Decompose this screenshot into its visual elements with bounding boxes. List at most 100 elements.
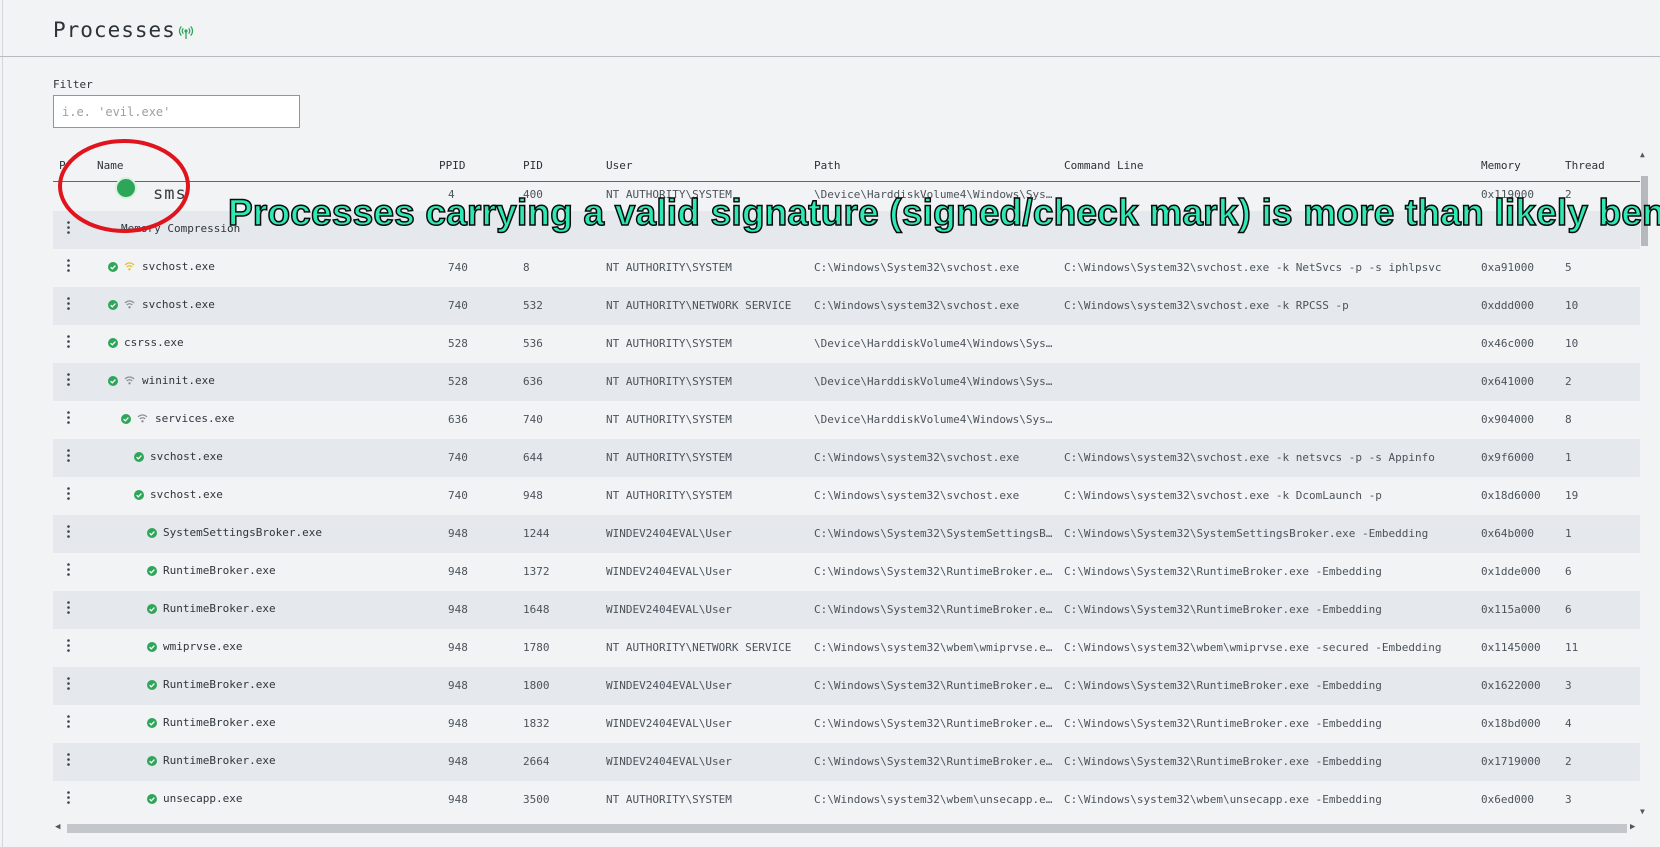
- cell-memory: 0x6ed000: [1481, 793, 1534, 806]
- cell-command-line: C:\Windows\System32\svchost.exe -k NetSv…: [1064, 261, 1442, 274]
- signed-check-icon: [147, 755, 157, 766]
- cell-process-name: unsecapp.exe: [147, 792, 242, 805]
- table-row[interactable]: svchost.exe 740 948 NT AUTHORITY\SYSTEM C:\W…: [53, 477, 1640, 515]
- cell-thread: 6: [1565, 565, 1572, 578]
- cell-memory: 0x64b000: [1481, 527, 1534, 540]
- row-menu-icon[interactable]: [67, 753, 70, 766]
- annotation-caption: Processes carrying a valid signature (si…: [227, 191, 1660, 234]
- table-row[interactable]: services.exe 636 740 NT AUTHORITY\SYSTEM \De…: [53, 401, 1640, 439]
- table-row[interactable]: RuntimeBroker.exe 948 2664 WINDEV2404EVAL\U…: [53, 743, 1640, 781]
- table-row[interactable]: RuntimeBroker.exe 948 1832 WINDEV2404EVAL\U…: [53, 705, 1640, 743]
- cell-pid: 948: [523, 489, 543, 502]
- signed-check-icon: [147, 641, 157, 652]
- table-row[interactable]: unsecapp.exe 948 3500 NT AUTHORITY\SYSTEM C:…: [53, 781, 1640, 819]
- row-menu-icon[interactable]: [67, 411, 70, 424]
- table-row[interactable]: RuntimeBroker.exe 948 1648 WINDEV2404EVAL\U…: [53, 591, 1640, 629]
- table-row[interactable]: svchost.exe 740 532 NT AUTHORITY\NETWORK SE…: [53, 287, 1640, 325]
- process-name-text: unsecapp.exe: [163, 792, 243, 805]
- row-menu-icon[interactable]: [67, 259, 70, 272]
- cell-thread: 11: [1565, 641, 1579, 654]
- process-name-text: RuntimeBroker.exe: [163, 602, 276, 615]
- column-header-path[interactable]: Path: [814, 159, 841, 172]
- cell-memory: 0x1dde000: [1481, 565, 1541, 578]
- table-row[interactable]: wmiprvse.exe 948 1780 NT AUTHORITY\NETWORK …: [53, 629, 1640, 667]
- row-menu-icon[interactable]: [67, 677, 70, 690]
- scroll-left-arrow-icon[interactable]: ◀: [55, 822, 60, 832]
- cell-process-name: svchost.exe: [134, 450, 223, 463]
- row-menu-icon[interactable]: [67, 563, 70, 576]
- table-row[interactable]: wininit.exe 528 636 NT AUTHORITY\SYSTEM \Dev…: [53, 363, 1640, 401]
- cell-path: C:\Windows\System32\RuntimeBroker.e…: [814, 603, 1053, 616]
- cell-memory: 0x1622000: [1481, 679, 1541, 692]
- table-row[interactable]: svchost.exe 740 644 NT AUTHORITY\SYSTEM C:\W…: [53, 439, 1640, 477]
- cell-user: NT AUTHORITY\SYSTEM: [606, 793, 732, 806]
- row-menu-icon[interactable]: [67, 601, 70, 614]
- row-menu-icon[interactable]: [67, 297, 70, 310]
- scroll-up-arrow-icon[interactable]: ▲: [1640, 150, 1645, 159]
- column-header-memory[interactable]: Memory: [1481, 159, 1521, 172]
- cell-process-name: services.exe: [121, 412, 234, 425]
- cell-path: C:\Windows\System32\RuntimeBroker.e…: [814, 755, 1053, 768]
- cell-memory: 0x904000: [1481, 413, 1534, 426]
- horizontal-scrollbar[interactable]: ◀ ▶: [53, 821, 1640, 835]
- highlight-circle: [58, 139, 190, 233]
- row-menu-icon[interactable]: [67, 715, 70, 728]
- cell-memory: 0x18d6000: [1481, 489, 1541, 502]
- filter-input[interactable]: [53, 95, 300, 128]
- process-name-text: svchost.exe: [142, 260, 215, 273]
- row-menu-icon[interactable]: [67, 335, 70, 348]
- cell-memory: 0x46c000: [1481, 337, 1534, 350]
- row-menu-icon[interactable]: [67, 639, 70, 652]
- column-header-pid[interactable]: PID: [523, 159, 543, 172]
- cell-memory: 0xddd000: [1481, 299, 1534, 312]
- cell-command-line: C:\Windows\System32\RuntimeBroker.exe -E…: [1064, 565, 1382, 578]
- table-row[interactable]: csrss.exe 528 536 NT AUTHORITY\SYSTEM \Devic…: [53, 325, 1640, 363]
- cell-command-line: C:\Windows\system32\svchost.exe -k RPCSS…: [1064, 299, 1349, 312]
- horizontal-scroll-thumb[interactable]: [67, 824, 1627, 833]
- cell-user: WINDEV2404EVAL\User: [606, 679, 732, 692]
- table-row[interactable]: RuntimeBroker.exe 948 1372 WINDEV2404EVAL\U…: [53, 553, 1640, 591]
- network-activity-icon: [137, 414, 148, 423]
- column-header-thread[interactable]: Thread: [1565, 159, 1605, 172]
- column-header-ppid[interactable]: PPID: [439, 159, 466, 172]
- cell-ppid: 948: [448, 717, 468, 730]
- cell-user: WINDEV2404EVAL\User: [606, 527, 732, 540]
- cell-user: NT AUTHORITY\SYSTEM: [606, 375, 732, 388]
- cell-process-name: wmiprvse.exe: [147, 640, 242, 653]
- cell-user: NT AUTHORITY\SYSTEM: [606, 337, 732, 350]
- signed-check-icon: [147, 679, 157, 690]
- cell-memory: 0xa91000: [1481, 261, 1534, 274]
- cell-ppid: 948: [448, 641, 468, 654]
- cell-thread: 1: [1565, 451, 1572, 464]
- row-menu-icon[interactable]: [67, 791, 70, 804]
- column-header-user[interactable]: User: [606, 159, 633, 172]
- cell-path: C:\Windows\System32\RuntimeBroker.e…: [814, 717, 1053, 730]
- vertical-scrollbar[interactable]: ▲ ▼: [1638, 150, 1650, 820]
- scroll-down-arrow-icon[interactable]: ▼: [1640, 807, 1645, 816]
- live-broadcast-icon[interactable]: [178, 24, 194, 40]
- network-activity-icon: [124, 376, 135, 385]
- table-row[interactable]: svchost.exe 740 8 NT AUTHORITY\SYSTEM C:\Win…: [53, 249, 1640, 287]
- row-menu-icon[interactable]: [67, 487, 70, 500]
- cell-thread: 6: [1565, 603, 1572, 616]
- cell-thread: 1: [1565, 527, 1572, 540]
- cell-path: C:\Windows\System32\RuntimeBroker.e…: [814, 565, 1053, 578]
- row-menu-icon[interactable]: [67, 449, 70, 462]
- page-header: Processes: [0, 0, 1660, 57]
- scroll-right-arrow-icon[interactable]: ▶: [1630, 822, 1635, 832]
- cell-process-name: RuntimeBroker.exe: [147, 754, 276, 767]
- row-menu-icon[interactable]: [67, 525, 70, 538]
- cell-ppid: 948: [448, 527, 468, 540]
- signed-check-icon: [108, 261, 118, 272]
- cell-ppid: 948: [448, 679, 468, 692]
- cell-ppid: 740: [448, 489, 468, 502]
- cell-command-line: C:\Windows\System32\RuntimeBroker.exe -E…: [1064, 679, 1382, 692]
- cell-command-line: C:\Windows\System32\RuntimeBroker.exe -E…: [1064, 603, 1382, 616]
- row-menu-icon[interactable]: [67, 373, 70, 386]
- cell-path: C:\Windows\System32\svchost.exe: [814, 261, 1020, 274]
- column-header-command-line[interactable]: Command Line: [1064, 159, 1143, 172]
- cell-process-name: RuntimeBroker.exe: [147, 564, 276, 577]
- table-row[interactable]: RuntimeBroker.exe 948 1800 WINDEV2404EVAL\U…: [53, 667, 1640, 705]
- cell-path: \Device\HarddiskVolume4\Windows\Sys…: [814, 413, 1053, 426]
- table-row[interactable]: SystemSettingsBroker.exe 948 1244 WINDEV240…: [53, 515, 1640, 553]
